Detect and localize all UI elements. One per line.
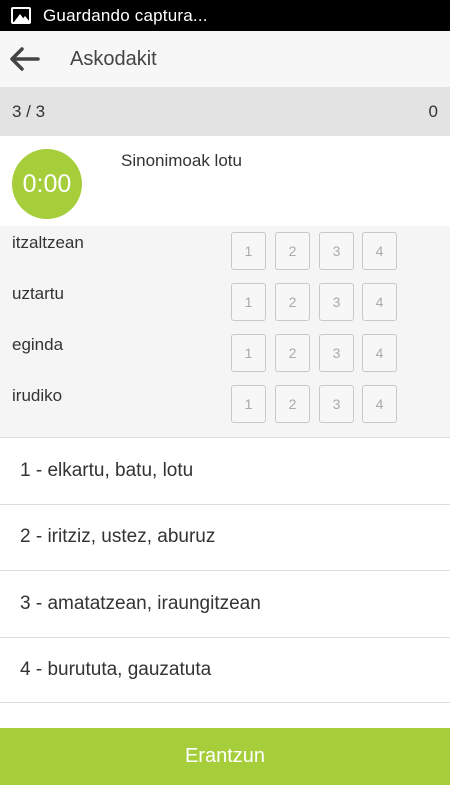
option-button-1[interactable]: 1 [231, 385, 266, 423]
match-word: uztartu [12, 284, 64, 303]
answer-item: 2 - iritziz, ustez, aburuz [0, 503, 450, 570]
match-word: irudiko [12, 386, 63, 405]
option-button-1[interactable]: 1 [231, 232, 266, 270]
option-button-3[interactable]: 3 [319, 334, 354, 372]
match-word: eginda [12, 335, 64, 354]
option-button-1[interactable]: 1 [231, 334, 266, 372]
option-button-3[interactable]: 3 [319, 232, 354, 270]
option-button-4[interactable]: 4 [362, 283, 397, 321]
question-prompt: Sinonimoak lotu [121, 151, 242, 170]
option-button-4[interactable]: 4 [362, 385, 397, 423]
timer-badge: 0:00 [12, 149, 82, 219]
score: 0 [428, 101, 438, 121]
option-button-2[interactable]: 2 [275, 334, 310, 372]
back-button[interactable] [10, 47, 40, 71]
status-text: Guardando captura... [43, 5, 208, 25]
image-icon [11, 7, 31, 24]
option-button-1[interactable]: 1 [231, 283, 266, 321]
option-button-3[interactable]: 3 [319, 385, 354, 423]
match-grid: itzaltzean 1 2 3 4 uztartu 1 2 3 4 egind… [0, 226, 450, 437]
option-button-4[interactable]: 4 [362, 334, 397, 372]
status-bar: Guardando captura... [0, 0, 450, 31]
submit-button[interactable]: Erantzun [0, 728, 450, 785]
match-row: eginda 1 2 3 4 [0, 328, 450, 379]
match-word: itzaltzean [12, 233, 84, 252]
match-row: itzaltzean 1 2 3 4 [0, 226, 450, 277]
question-counter: 3 / 3 [12, 101, 46, 121]
app-title: Askodakit [70, 47, 157, 70]
option-button-2[interactable]: 2 [275, 385, 310, 423]
option-button-2[interactable]: 2 [275, 283, 310, 321]
answer-item: 3 - amatatzean, iraungitzean [0, 570, 450, 637]
answer-item: 1 - elkartu, batu, lotu [0, 437, 450, 504]
option-button-3[interactable]: 3 [319, 283, 354, 321]
answer-item: 4 - burututa, gauzatuta [0, 636, 450, 703]
answer-list: 1 - elkartu, batu, lotu 2 - iritziz, ust… [0, 437, 450, 703]
app-bar: Askodakit [0, 31, 450, 87]
match-row: irudiko 1 2 3 4 [0, 379, 450, 430]
progress-bar: 3 / 3 0 [0, 87, 450, 136]
match-row: uztartu 1 2 3 4 [0, 277, 450, 328]
bottom-strip [0, 785, 450, 800]
question-header: 0:00 Sinonimoak lotu [0, 136, 450, 226]
option-button-2[interactable]: 2 [275, 232, 310, 270]
arrow-left-icon[interactable] [10, 47, 40, 71]
option-button-4[interactable]: 4 [362, 232, 397, 270]
